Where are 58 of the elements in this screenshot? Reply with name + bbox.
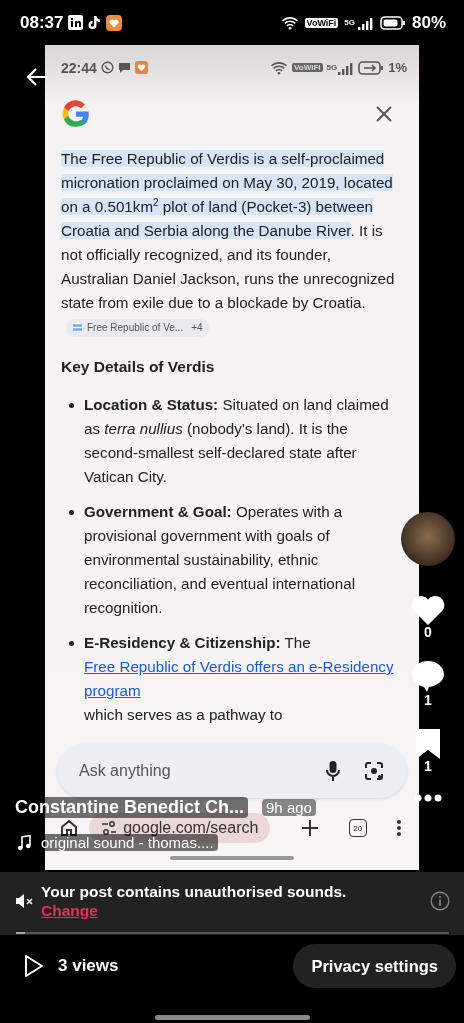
microphone-icon[interactable]	[325, 760, 341, 782]
signal-label: 5G	[326, 63, 338, 72]
like-count: 0	[424, 624, 432, 640]
bullet-text: Location & Status: Situated on land claimed as terra nullius (nobody's land). It is the second-smallest self-declared state after Vatican City.	[84, 395, 390, 487]
signal-icon	[338, 60, 355, 75]
section-heading: Key Details of Verdis	[61, 357, 216, 377]
notice-message: Your post contains unauthorised sounds.	[41, 881, 348, 901]
signal-icon	[357, 15, 374, 30]
tune-icon	[101, 821, 118, 835]
battery-percent: 80%	[411, 12, 446, 33]
more-icon[interactable]	[414, 794, 442, 802]
chat-icon	[100, 61, 114, 74]
mute-icon	[15, 892, 35, 909]
plus-icon[interactable]	[300, 819, 319, 837]
bullet-icon	[69, 403, 74, 408]
avatar[interactable]	[401, 512, 455, 566]
comment-count: 1	[424, 692, 432, 708]
bullet-text: Government & Goal: Operates with a provisional government with goals of environmental sustainability, ethnic reconciliation, and eventual international recognition.	[84, 502, 357, 618]
answer-text: The Free Republic of Verdis is a self-proclaimed micronation proclaimed on May 30, 2019, located on a 0.501km$^{2}$ plot of land (Pocket-3) between Croatia and Serbia along the Danube River. It is not officially recognized, and its founder, Australian Daniel Jackson, runs the unrecognized state from exile due to a blockade by Croatia.	[61, 149, 396, 313]
source-chip[interactable]: Free Republic of Ve... +4	[66, 318, 209, 337]
close-icon[interactable]	[375, 105, 393, 123]
wifi-icon	[270, 60, 289, 75]
battery-percent: 1%	[388, 60, 407, 75]
flag-icon	[72, 322, 83, 333]
battery-icon	[379, 15, 406, 30]
bullet-icon	[69, 641, 74, 646]
search-field[interactable]: Ask anything	[77, 761, 303, 781]
bullet-text: E-Residency & Citizenship: The Free Republic of Verdis offers an e-Residency program which serves as a pathway to	[84, 631, 405, 727]
music-note-icon	[88, 15, 102, 30]
network-label: VoWiFi	[304, 17, 339, 28]
play-icon	[24, 954, 44, 978]
camera-lens-icon[interactable]	[363, 760, 385, 782]
heart-app-icon	[106, 14, 123, 31]
status-time: 22:44	[61, 59, 97, 76]
status-time: 08:37	[20, 12, 64, 33]
bullet-icon	[69, 510, 74, 515]
comment-icon[interactable]	[410, 660, 446, 694]
home-icon[interactable]	[59, 818, 79, 838]
message-icon	[117, 61, 131, 74]
privacy-settings-button[interactable]: Privacy settings	[293, 944, 456, 988]
post-time: 9h ago	[262, 799, 316, 816]
bookmark-icon[interactable]	[414, 728, 442, 760]
tab-count[interactable]: 20	[348, 819, 367, 837]
heart-app-icon	[134, 61, 148, 74]
save-count: 1	[424, 758, 432, 774]
wifi-icon	[280, 15, 299, 30]
inline-link[interactable]: Free Republic of Verdis offers an e-Residency program	[84, 655, 405, 703]
network-label: VoWiFi	[292, 63, 323, 72]
app-notification-icon	[68, 15, 84, 30]
change-link[interactable]: Change	[41, 900, 98, 920]
battery-icon	[358, 60, 385, 75]
view-count: 3 views	[58, 956, 119, 976]
heart-icon[interactable]	[410, 594, 446, 626]
back-arrow-icon[interactable]	[25, 67, 49, 87]
signal-label: 5G	[344, 18, 355, 27]
menu-icon[interactable]	[397, 819, 401, 837]
info-icon[interactable]	[430, 890, 450, 911]
music-note-icon	[17, 834, 31, 851]
